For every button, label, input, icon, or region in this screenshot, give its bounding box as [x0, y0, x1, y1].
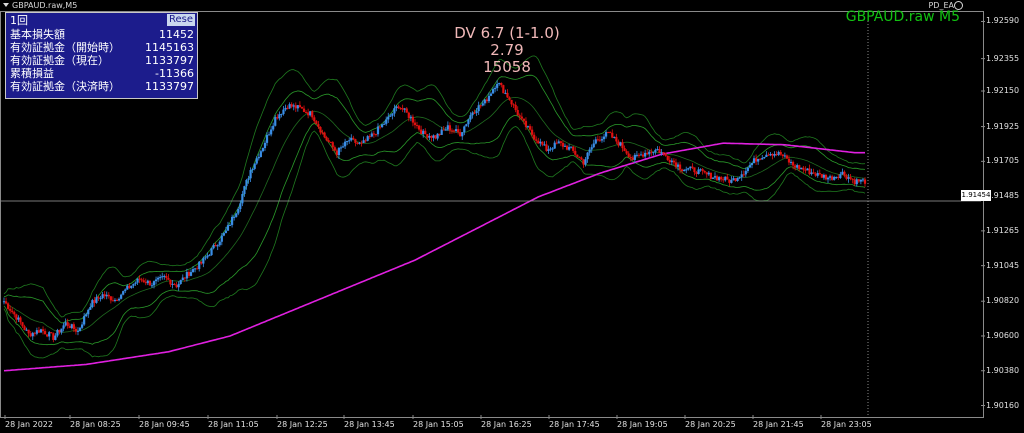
- info-row-base-loss: 基本損失額 11452: [10, 28, 194, 41]
- chart-title-bar[interactable]: GBPAUD.raw,M5: [0, 0, 77, 11]
- symbol-label: GBPAUD.raw M5: [845, 9, 960, 25]
- x-tick-label: 28 Jan 21:45: [753, 420, 804, 429]
- x-tick-label: 28 Jan 2022: [5, 420, 53, 429]
- info-label: 有効証拠金（現在）: [10, 54, 109, 67]
- x-tick-label: 28 Jan 15:05: [413, 420, 464, 429]
- reset-button[interactable]: Rese: [166, 14, 195, 26]
- x-tick-label: 28 Jan 13:45: [344, 420, 395, 429]
- chart-window[interactable]: GBPAUD.raw,M5 PD_EA GBPAUD.raw M5 1回 Res…: [0, 0, 1024, 433]
- info-value: -11366: [155, 67, 194, 80]
- info-label: 基本損失額: [10, 28, 65, 41]
- info-row-equity-current: 有効証拠金（現在） 1133797: [10, 54, 194, 67]
- chart-title: GBPAUD.raw,M5: [12, 1, 78, 10]
- y-tick-label: 1.92150: [986, 86, 1020, 96]
- x-tick-label: 28 Jan 23:05: [821, 420, 872, 429]
- y-tick-label: 1.91265: [986, 225, 1020, 235]
- x-tick-label: 28 Jan 17:45: [549, 420, 600, 429]
- x-tick-label: 28 Jan 08:25: [70, 420, 121, 429]
- current-price-tag: 1.91454: [961, 190, 991, 201]
- y-tick-label: 1.91045: [986, 260, 1020, 270]
- y-tick-label: 1.90380: [986, 365, 1020, 375]
- x-tick-label: 28 Jan 19:05: [617, 420, 668, 429]
- info-header: 1回: [10, 14, 28, 27]
- y-tick-label: 1.92590: [986, 16, 1020, 26]
- y-tick-label: 1.90600: [986, 330, 1020, 340]
- info-label: 累積損益: [10, 67, 54, 80]
- info-value: 1133797: [145, 80, 194, 93]
- info-label: 有効証拠金（開始時）: [10, 41, 120, 54]
- info-row-cumulative-pl: 累積損益 -11366: [10, 67, 194, 80]
- info-value: 1133797: [145, 54, 194, 67]
- info-row-equity-settlement: 有効証拠金（決済時） 1133797: [10, 80, 194, 93]
- annotation-line-1: DV 6.7 (1-1.0): [454, 24, 560, 42]
- y-tick-label: 1.90160: [986, 400, 1020, 410]
- x-tick-label: 28 Jan 12:25: [277, 420, 328, 429]
- dropdown-triangle-icon[interactable]: [3, 3, 9, 7]
- annotation-line-2: 2.79: [490, 41, 524, 59]
- y-tick-label: 1.91925: [986, 121, 1020, 131]
- y-tick-label: 1.90820: [986, 296, 1020, 306]
- x-tick-label: 28 Jan 16:25: [481, 420, 532, 429]
- info-value: 1145163: [145, 41, 194, 54]
- info-value: 11452: [159, 28, 194, 41]
- info-row-equity-start: 有効証拠金（開始時） 1145163: [10, 41, 194, 54]
- y-tick-label: 1.92355: [986, 53, 1020, 63]
- y-tick-label: 1.91705: [986, 156, 1020, 166]
- x-tick-label: 28 Jan 11:05: [208, 420, 259, 429]
- annotation-line-3: 15058: [483, 58, 531, 76]
- info-label: 有効証拠金（決済時）: [10, 80, 120, 93]
- info-panel: 1回 Rese 基本損失額 11452 有効証拠金（開始時） 1145163 有…: [5, 12, 198, 99]
- x-tick-label: 28 Jan 09:45: [139, 420, 190, 429]
- x-tick-label: 28 Jan 20:25: [685, 420, 736, 429]
